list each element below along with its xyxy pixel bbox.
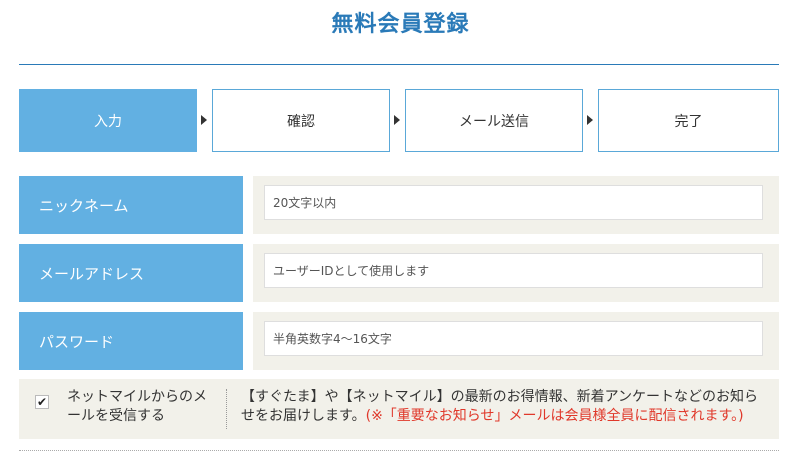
bottom-divider [19,450,779,451]
mail-optin-checkbox[interactable]: ✔ [35,395,49,409]
nickname-label: ニックネーム [19,176,243,234]
step-arrow-icon [394,115,400,125]
step-input: 入力 [19,89,197,152]
progress-steps: 入力 確認 メール送信 完了 [19,89,779,152]
email-row: メールアドレス [19,244,779,302]
nickname-field-container [253,176,779,234]
step-arrow-icon [587,115,593,125]
nickname-input[interactable] [264,185,763,220]
step-arrow-icon [201,115,207,125]
password-row: パスワード [19,312,779,370]
mail-optin-description: 【すぐたま】や【ネットマイル】の最新のお得情報、新着アンケートなどのお知らせをお… [241,388,771,426]
nickname-row: ニックネーム [19,176,779,234]
password-field-container [253,312,779,370]
step-mail-sent: メール送信 [405,89,583,152]
check-icon: ✔ [36,395,48,409]
password-input[interactable] [264,321,763,356]
email-field-container [253,244,779,302]
title-divider [19,64,779,65]
email-input[interactable] [264,253,763,288]
mail-optin-label[interactable]: ネットマイルからのメールを受信する [67,388,217,426]
step-complete: 完了 [598,89,779,152]
optin-important-note: (※「重要なお知らせ」メールは会員様全員に配信されます。) [365,408,744,424]
mail-optin-row: ✔ ネットマイルからのメールを受信する 【すぐたま】や【ネットマイル】の最新のお… [19,379,779,439]
page-title: 無料会員登録 [331,12,470,37]
password-label: パスワード [19,312,243,370]
step-confirm: 確認 [212,89,390,152]
email-label: メールアドレス [19,244,243,302]
optin-divider [226,389,227,429]
